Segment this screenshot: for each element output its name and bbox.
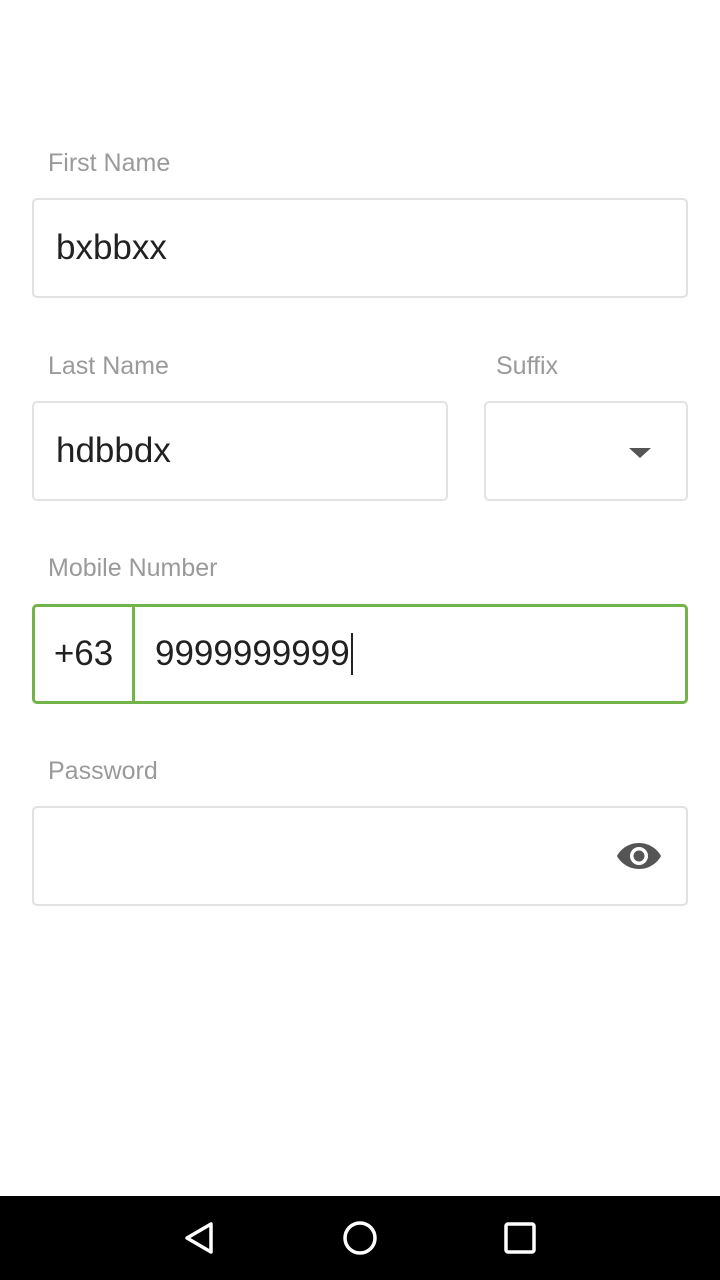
- registration-screen: First Name bxbbxx Last Name hdbbdx Suffi…: [0, 0, 720, 1280]
- last-name-value: hdbbdx: [56, 431, 171, 470]
- password-field[interactable]: [32, 806, 688, 906]
- password-label: Password: [48, 757, 158, 785]
- mobile-number-value: 9999999999: [155, 634, 350, 673]
- mobile-number-field[interactable]: +63 9999999999: [32, 604, 688, 704]
- country-code-value: +63: [53, 634, 114, 673]
- last-name-field[interactable]: hdbbdx: [32, 401, 448, 501]
- recents-icon[interactable]: [498, 1216, 542, 1260]
- mobile-number-label: Mobile Number: [48, 554, 218, 582]
- first-name-value: bxbbxx: [56, 228, 167, 267]
- text-cursor: [350, 633, 353, 675]
- country-code[interactable]: +63: [35, 607, 135, 701]
- mobile-number-input[interactable]: 9999999999: [155, 607, 353, 701]
- dropdown-arrow-icon: [629, 448, 651, 458]
- navigation-bar: [0, 1196, 720, 1280]
- home-icon[interactable]: [338, 1216, 382, 1260]
- first-name-label: First Name: [48, 149, 171, 177]
- suffix-label: Suffix: [496, 352, 559, 380]
- first-name-field[interactable]: bxbbxx: [32, 198, 688, 298]
- suffix-dropdown[interactable]: [484, 401, 688, 501]
- back-icon[interactable]: [178, 1216, 222, 1260]
- last-name-label: Last Name: [48, 352, 169, 380]
- eye-icon[interactable]: [616, 840, 662, 872]
